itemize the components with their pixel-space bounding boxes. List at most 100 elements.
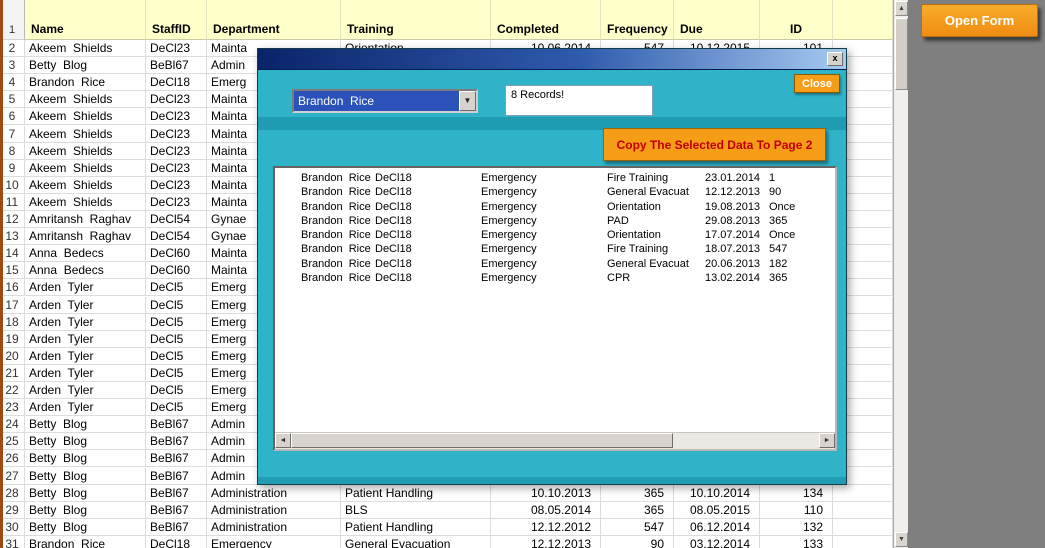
- list-item[interactable]: Brandon Rice DeCl18 Emergency PAD 29.08.2013…: [275, 214, 835, 228]
- cell-id[interactable]: 134: [760, 484, 833, 502]
- cell-completed[interactable]: 12.12.2013: [491, 535, 601, 548]
- cell-name[interactable]: Betty Blog: [25, 416, 146, 434]
- cell-id[interactable]: 110: [760, 501, 833, 519]
- column-header-name[interactable]: Name: [25, 0, 146, 40]
- cell-completed[interactable]: 12.12.2012: [491, 518, 601, 536]
- row-number[interactable]: 7: [0, 125, 25, 143]
- row-number[interactable]: 25: [0, 433, 25, 451]
- cell-name[interactable]: Brandon Rice: [25, 535, 146, 548]
- close-icon[interactable]: x: [827, 52, 843, 66]
- cell-name[interactable]: Betty Blog: [25, 57, 146, 75]
- row-number[interactable]: 20: [0, 347, 25, 365]
- cell-name[interactable]: Betty Blog: [25, 484, 146, 502]
- cell-staff[interactable]: BeBl67: [146, 501, 207, 519]
- cell-name[interactable]: Akeem Shields: [25, 159, 146, 177]
- row-number[interactable]: 23: [0, 399, 25, 417]
- row-number[interactable]: 2: [0, 40, 25, 58]
- row-number[interactable]: 3: [0, 57, 25, 75]
- vertical-scrollbar-thumb[interactable]: [895, 18, 908, 90]
- name-combobox[interactable]: Brandon Rice ▼: [292, 89, 478, 113]
- cell-staff[interactable]: DeCl5: [146, 330, 207, 348]
- cell-staff[interactable]: DeCl60: [146, 245, 207, 263]
- column-header-completed[interactable]: Completed: [491, 0, 601, 40]
- list-item[interactable]: Brandon Rice DeCl18 Emergency General Evacu…: [275, 185, 835, 199]
- scroll-left-icon[interactable]: ◄: [275, 433, 291, 448]
- cell-staff[interactable]: BeBl67: [146, 57, 207, 75]
- cell-staff[interactable]: BeBl67: [146, 450, 207, 468]
- cell-training[interactable]: General Evacuation: [341, 535, 491, 548]
- cell-id[interactable]: 132: [760, 518, 833, 536]
- cell-staff[interactable]: DeCl23: [146, 40, 207, 58]
- open-form-button[interactable]: Open Form: [921, 4, 1038, 37]
- cell-name[interactable]: Akeem Shields: [25, 142, 146, 160]
- list-item[interactable]: Brandon Rice DeCl18 Emergency CPR 13.02.2014…: [275, 271, 835, 285]
- list-item[interactable]: Brandon Rice DeCl18 Emergency Fire Training…: [275, 242, 835, 256]
- row-number[interactable]: 29: [0, 501, 25, 519]
- horizontal-scrollbar[interactable]: ◄ ►: [275, 432, 835, 449]
- row-number[interactable]: 15: [0, 262, 25, 280]
- column-header-training[interactable]: Training: [341, 0, 491, 40]
- row-number[interactable]: 19: [0, 330, 25, 348]
- scroll-right-icon[interactable]: ►: [819, 433, 835, 448]
- cell-dept[interactable]: Administration: [207, 484, 341, 502]
- row-number[interactable]: 1: [0, 0, 25, 40]
- cell-staff[interactable]: DeCl23: [146, 91, 207, 109]
- cell-name[interactable]: Anna Bedecs: [25, 262, 146, 280]
- cell-name[interactable]: Arden Tyler: [25, 399, 146, 417]
- cell-staff[interactable]: DeCl23: [146, 142, 207, 160]
- cell-name[interactable]: Akeem Shields: [25, 176, 146, 194]
- cell-_x[interactable]: [833, 535, 893, 548]
- row-number[interactable]: 16: [0, 279, 25, 297]
- cell-_x[interactable]: [833, 501, 893, 519]
- cell-name[interactable]: Arden Tyler: [25, 279, 146, 297]
- cell-dept[interactable]: Administration: [207, 518, 341, 536]
- cell-name[interactable]: Arden Tyler: [25, 296, 146, 314]
- cell-name[interactable]: Anna Bedecs: [25, 245, 146, 263]
- cell-staff[interactable]: DeCl54: [146, 228, 207, 246]
- cell-staff[interactable]: BeBl67: [146, 518, 207, 536]
- column-header-due[interactable]: Due: [674, 0, 760, 40]
- cell-name[interactable]: Brandon Rice: [25, 74, 146, 92]
- list-item[interactable]: Brandon Rice DeCl18 Emergency Orientation 19…: [275, 200, 835, 214]
- cell-due[interactable]: 06.12.2014: [674, 518, 760, 536]
- row-number[interactable]: 11: [0, 193, 25, 211]
- cell-name[interactable]: Arden Tyler: [25, 313, 146, 331]
- chevron-down-icon[interactable]: ▼: [459, 91, 476, 111]
- cell-staff[interactable]: DeCl5: [146, 382, 207, 400]
- cell-dept[interactable]: Administration: [207, 501, 341, 519]
- cell-due[interactable]: 10.10.2014: [674, 484, 760, 502]
- row-number[interactable]: 10: [0, 176, 25, 194]
- row-number[interactable]: 30: [0, 518, 25, 536]
- cell-id[interactable]: 133: [760, 535, 833, 548]
- cell-completed[interactable]: 10.10.2013: [491, 484, 601, 502]
- column-header-dept[interactable]: Department: [207, 0, 341, 40]
- horizontal-scrollbar-thumb[interactable]: [291, 433, 673, 448]
- cell-name[interactable]: Akeem Shields: [25, 108, 146, 126]
- cell-frequency[interactable]: 90: [601, 535, 674, 548]
- copy-data-button[interactable]: Copy The Selected Data To Page 2: [603, 128, 826, 161]
- cell-name[interactable]: Betty Blog: [25, 518, 146, 536]
- cell-frequency[interactable]: 365: [601, 501, 674, 519]
- column-header-frequency[interactable]: Frequency: [601, 0, 674, 40]
- row-number[interactable]: 12: [0, 211, 25, 229]
- row-number[interactable]: 14: [0, 245, 25, 263]
- row-number[interactable]: 17: [0, 296, 25, 314]
- row-number[interactable]: 4: [0, 74, 25, 92]
- cell-frequency[interactable]: 547: [601, 518, 674, 536]
- cell-staff[interactable]: DeCl5: [146, 279, 207, 297]
- cell-dept[interactable]: Emergency: [207, 535, 341, 548]
- cell-_x[interactable]: [833, 484, 893, 502]
- cell-staff[interactable]: BeBl67: [146, 467, 207, 485]
- row-number[interactable]: 27: [0, 467, 25, 485]
- cell-due[interactable]: 08.05.2015: [674, 501, 760, 519]
- cell-staff[interactable]: DeCl18: [146, 74, 207, 92]
- cell-name[interactable]: Amritansh Raghav: [25, 211, 146, 229]
- cell-staff[interactable]: BeBl67: [146, 433, 207, 451]
- list-item[interactable]: Brandon Rice DeCl18 Emergency Orientation 17…: [275, 228, 835, 242]
- cell-due[interactable]: 03.12.2014: [674, 535, 760, 548]
- cell-staff[interactable]: DeCl23: [146, 176, 207, 194]
- cell-staff[interactable]: DeCl60: [146, 262, 207, 280]
- row-number[interactable]: 5: [0, 91, 25, 109]
- row-number[interactable]: 18: [0, 313, 25, 331]
- cell-staff[interactable]: DeCl5: [146, 364, 207, 382]
